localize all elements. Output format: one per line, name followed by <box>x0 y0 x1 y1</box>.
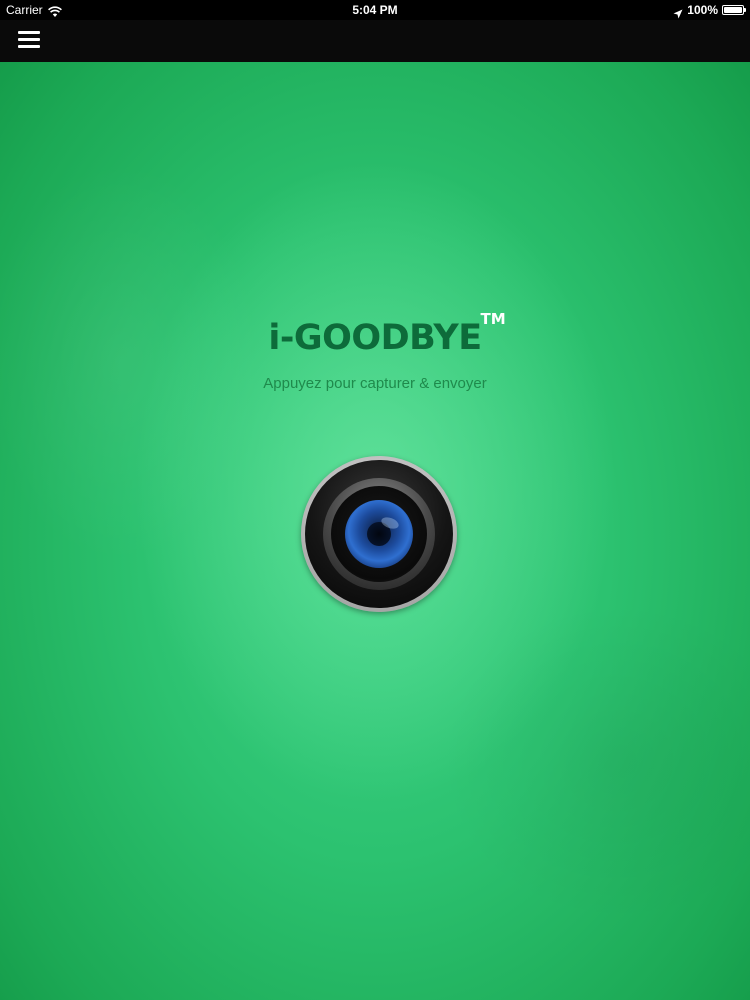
status-right-group: 100% <box>673 0 746 20</box>
app-logo: i-GOODBYE TM <box>0 310 750 358</box>
lens-glass <box>345 500 413 568</box>
camera-lens-icon <box>305 460 453 608</box>
capture-button[interactable] <box>301 456 457 612</box>
lens-inner-ring <box>331 486 427 582</box>
menu-button[interactable] <box>14 28 46 52</box>
trademark-symbol: TM <box>480 310 506 328</box>
status-bar: Carrier 5:04 PM 100% <box>0 0 750 20</box>
hamburger-menu-icon-line-2 <box>18 38 40 41</box>
status-time: 5:04 PM <box>352 3 398 17</box>
logo-text: i-GOODBYE <box>268 318 482 358</box>
tagline: Appuyez pour capturer & envoyer <box>263 375 487 392</box>
battery-percent: 100% <box>687 3 718 17</box>
app-screen: Carrier 5:04 PM 100% i-GOODBYE TM Appuye… <box>0 0 750 1000</box>
battery-level-fill <box>724 7 742 13</box>
logo-wordmark: i-GOODBYE TM <box>268 310 505 358</box>
location-arrow-icon <box>673 5 683 19</box>
hamburger-menu-icon <box>18 31 40 34</box>
navigation-bar <box>0 20 750 62</box>
battery-icon <box>722 5 746 15</box>
hamburger-menu-icon-line-3 <box>18 45 40 48</box>
lens-ring <box>323 478 435 590</box>
